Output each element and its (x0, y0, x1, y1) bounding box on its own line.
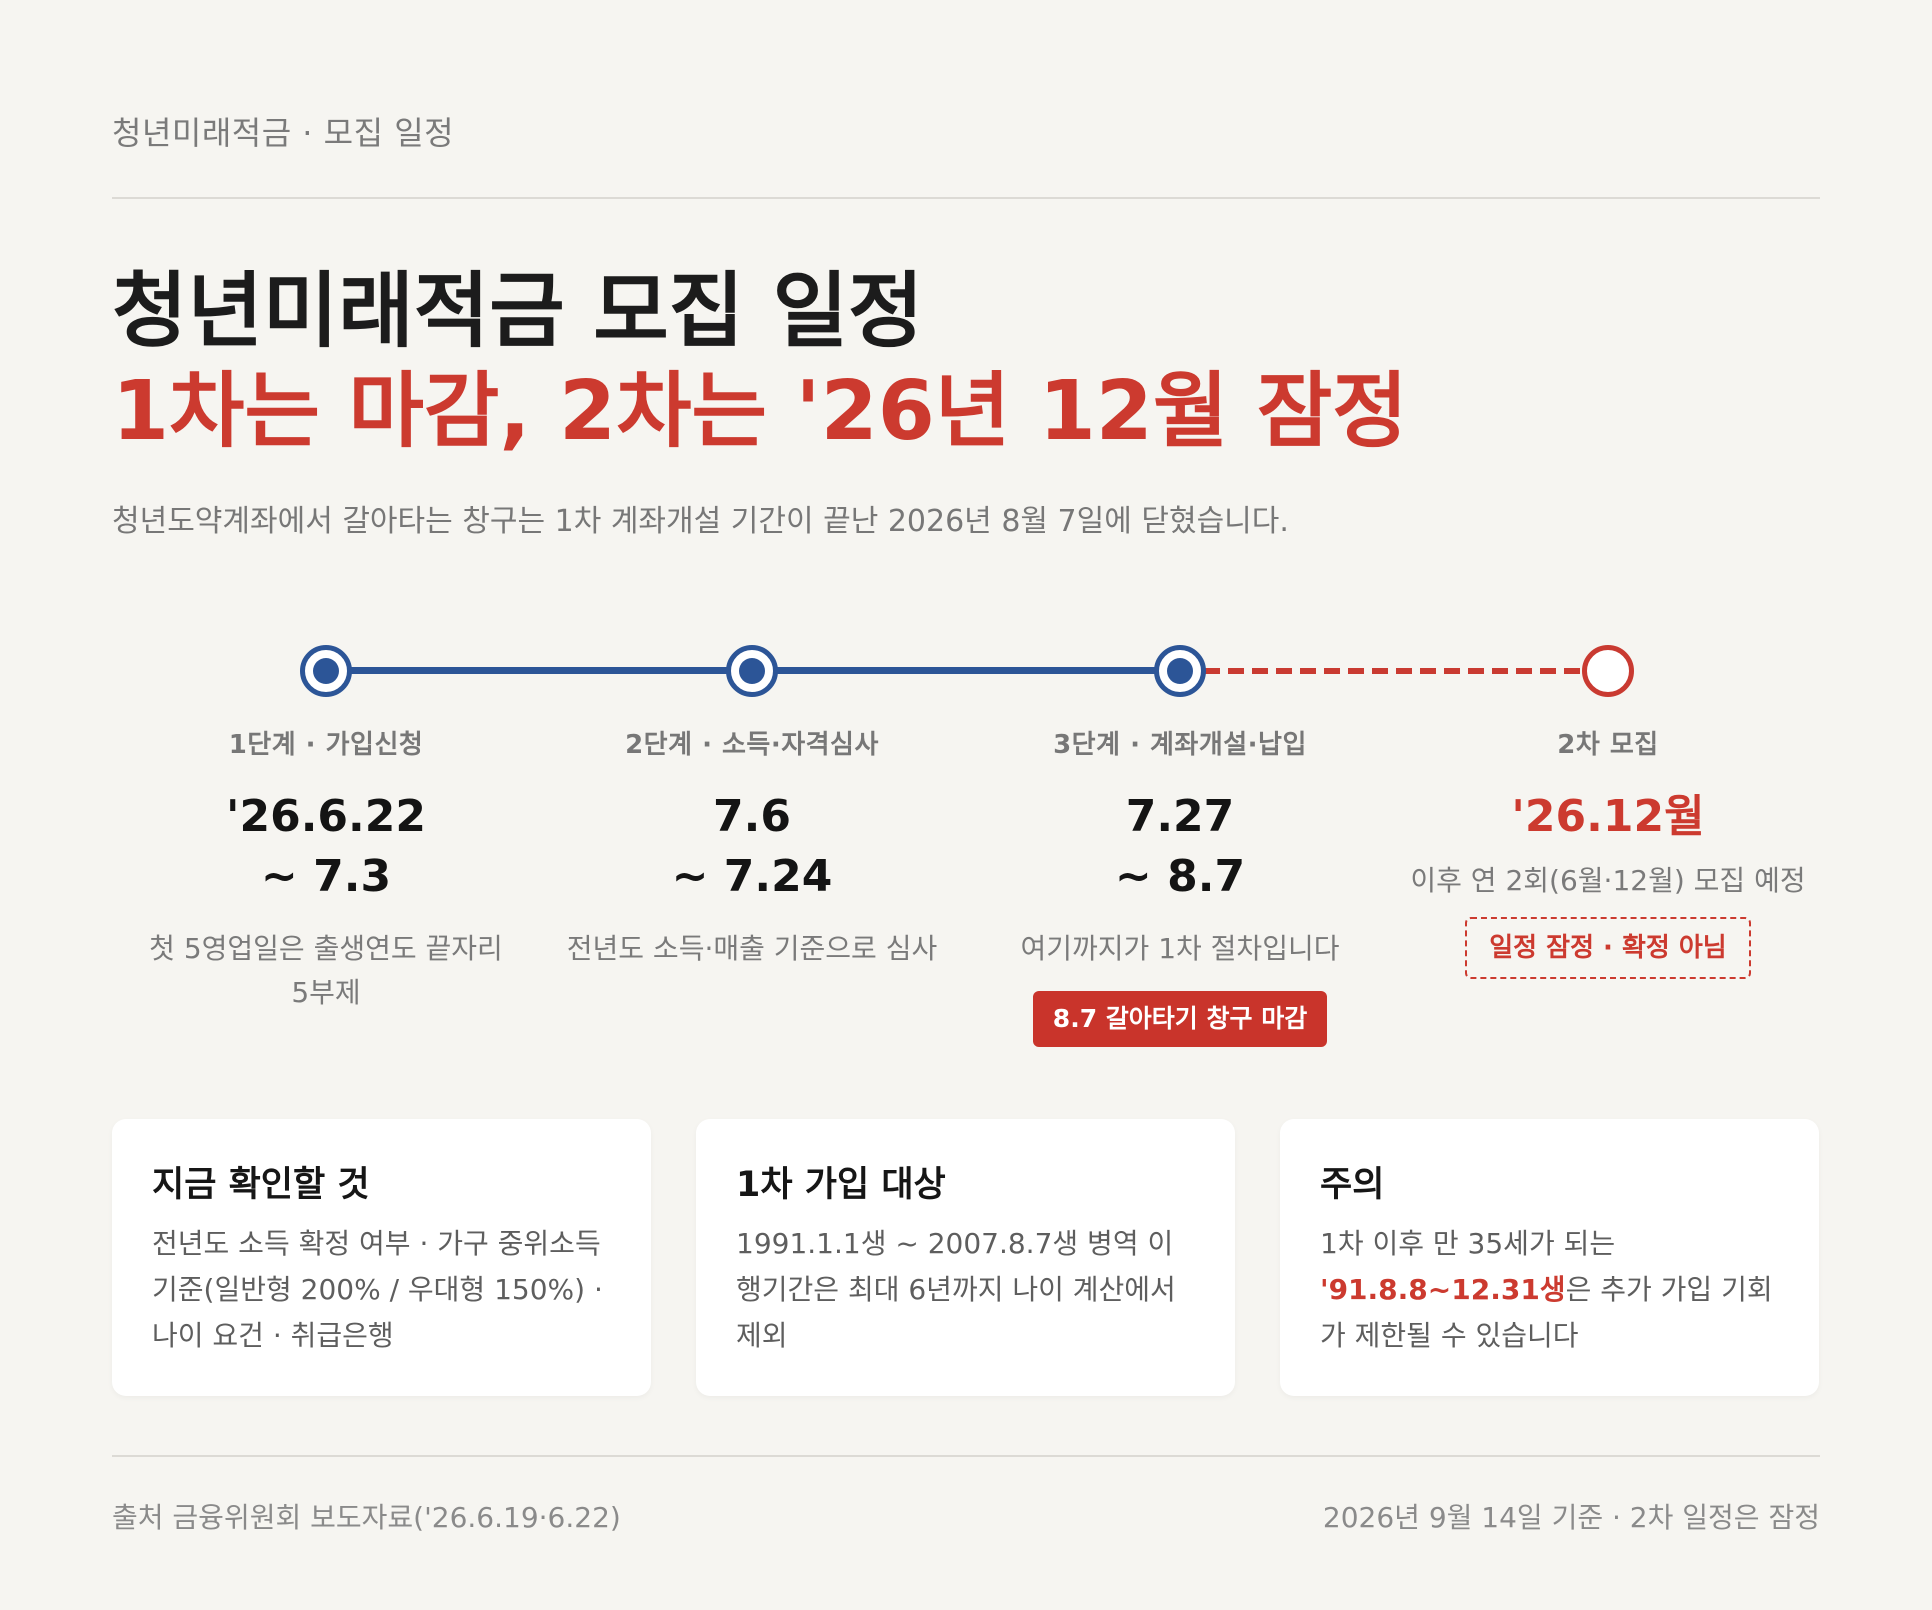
step-note: 여기까지가 1차 절차입니다 (1020, 932, 1340, 965)
caution-text-pre: 1차 이후 만 35세가 되는 (1320, 1227, 1616, 1260)
tentative-badge: 일정 잠정 · 확정 아님 (1465, 917, 1751, 979)
page-headline: 1차는 마감, 2차는 '26년 12월 잠정 (112, 364, 1408, 459)
step-label: 1단계 · 가입신청 (228, 730, 424, 760)
step-date-end: ~ 7.24 (671, 851, 833, 902)
card-eligibility: 1차 가입 대상 1991.1.1생 ~ 2007.8.7생 병역 이행기간은 … (696, 1119, 1235, 1396)
step-note: 전년도 소득·매출 기준으로 심사 (566, 932, 938, 965)
step-date: 7.27 ~ 8.7 (970, 787, 1390, 907)
timeline-node-round-2 (1582, 645, 1634, 697)
card-body: 1991.1.1생 ~ 2007.8.7생 병역 이행기간은 최대 6년까지 나… (736, 1227, 1176, 1352)
step-date-start: '26.6.22 (226, 791, 426, 842)
caution-birth-range: '91.8.8~12.31생 (1320, 1273, 1566, 1306)
step-note: 이후 연 2회(6월·12월) 모집 예정 (1410, 864, 1806, 897)
step-note: 첫 5영업일은 출생연도 끝자리 5부제 (149, 932, 503, 1009)
step-date: 7.6 ~ 7.24 (542, 787, 962, 907)
page-subtitle: 청년도약계좌에서 갈아타는 창구는 1차 계좌개설 기간이 끝난 2026년 8… (112, 504, 1289, 539)
timeline-step-round-2: 2차 모집 '26.12월 이후 연 2회(6월·12월) 모집 예정 일정 잠… (1398, 724, 1818, 979)
step-date: '26.12월 (1511, 791, 1705, 842)
step-date-start: 7.6 (713, 791, 791, 842)
step-date: '26.6.22 ~ 7.3 (116, 787, 536, 907)
card-title: 1차 가입 대상 (736, 1165, 946, 1205)
page-title: 청년미래적금 모집 일정 (112, 264, 924, 359)
step-label: 2차 모집 (1557, 730, 1659, 760)
page-kicker: 청년미래적금 · 모집 일정 (112, 114, 455, 152)
step-date-end: ~ 7.3 (260, 851, 392, 902)
timeline-node-step-1 (300, 645, 352, 697)
page: 청년미래적금 · 모집 일정 청년미래적금 모집 일정 1차는 마감, 2차는 … (0, 0, 1932, 1610)
timeline-node-step-2 (726, 645, 778, 697)
window-closed-badge: 8.7 갈아타기 창구 마감 (1032, 991, 1328, 1047)
card-body: 1차 이후 만 35세가 되는 '91.8.8~12.31생은 추가 가입 기회… (1320, 1221, 1779, 1359)
step-label: 3단계 · 계좌개설·납입 (1053, 730, 1307, 760)
step-date-start: 7.27 (1125, 791, 1235, 842)
card-title: 주의 (1320, 1165, 1385, 1205)
timeline-line-pending (1180, 668, 1608, 674)
card-body: 전년도 소득 확정 여부 · 가구 중위소득 기준(일반형 200% / 우대형… (152, 1227, 603, 1352)
card-check-now: 지금 확인할 것 전년도 소득 확정 여부 · 가구 중위소득 기준(일반형 2… (112, 1119, 651, 1396)
top-divider (112, 197, 1820, 199)
timeline-step-2: 2단계 · 소득·자격심사 7.6 ~ 7.24 전년도 소득·매출 기준으로 … (542, 724, 962, 971)
bottom-divider (112, 1455, 1820, 1457)
as-of-note: 2026년 9월 14일 기준 · 2차 일정은 잠정 (1322, 1501, 1820, 1534)
card-title: 지금 확인할 것 (152, 1165, 370, 1205)
card-caution: 주의 1차 이후 만 35세가 되는 '91.8.8~12.31생은 추가 가입… (1280, 1119, 1819, 1396)
timeline-step-3: 3단계 · 계좌개설·납입 7.27 ~ 8.7 여기까지가 1차 절차입니다 … (970, 724, 1390, 1047)
source-note: 출처 금융위원회 보도자료('26.6.19·6.22) (112, 1501, 621, 1534)
step-date-end: ~ 8.7 (1114, 851, 1246, 902)
timeline-node-step-3 (1154, 645, 1206, 697)
timeline-step-1: 1단계 · 가입신청 '26.6.22 ~ 7.3 첫 5영업일은 출생연도 끝… (116, 724, 536, 1015)
step-label: 2단계 · 소득·자격심사 (625, 730, 879, 760)
